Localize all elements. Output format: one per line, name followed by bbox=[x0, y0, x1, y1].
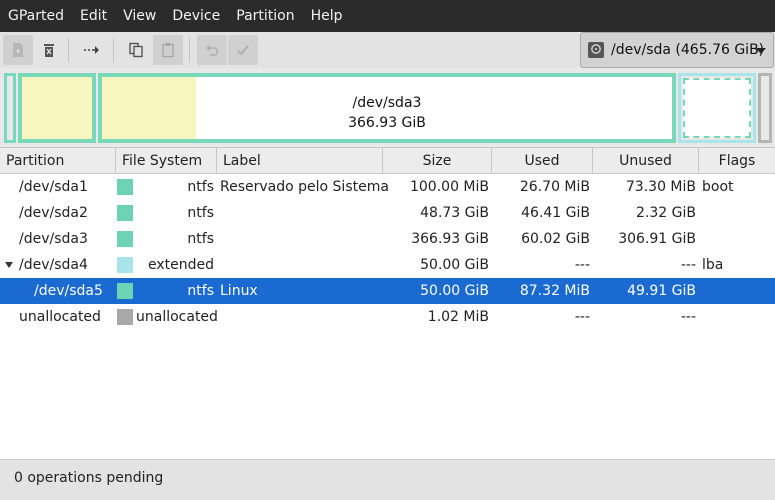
cell-fs: ntfs bbox=[187, 283, 214, 299]
disk-map: /dev/sda3 366.93 GiB bbox=[0, 70, 775, 146]
device-selector[interactable]: /dev/sda (465.76 GiB) bbox=[580, 32, 774, 68]
segment-sda3[interactable]: /dev/sda3 366.93 GiB bbox=[98, 73, 676, 143]
new-partition-icon bbox=[13, 43, 23, 57]
resize-move-button[interactable] bbox=[77, 35, 107, 65]
cell-flags: lba bbox=[702, 257, 724, 273]
cell-size: 50.00 GiB bbox=[420, 283, 489, 299]
copy-icon bbox=[129, 42, 143, 58]
toolbar-separator bbox=[68, 38, 69, 62]
cell-used: 87.32 MiB bbox=[519, 283, 590, 299]
cell-used: --- bbox=[574, 257, 590, 273]
apply-button[interactable] bbox=[228, 35, 258, 65]
col-unused[interactable]: Unused bbox=[593, 148, 699, 174]
fs-color-swatch bbox=[117, 205, 133, 221]
partition-table: Partition File System Label Size Used Un… bbox=[0, 147, 775, 459]
paste-button[interactable] bbox=[153, 35, 183, 65]
cell-unused: 306.91 GiB bbox=[618, 231, 696, 247]
cell-unused: --- bbox=[680, 257, 696, 273]
cell-fs: unallocated bbox=[136, 309, 218, 325]
menu-edit[interactable]: Edit bbox=[72, 0, 115, 32]
cell-partition: /dev/sda3 bbox=[19, 231, 88, 247]
copy-button[interactable] bbox=[121, 35, 151, 65]
fs-color-swatch bbox=[117, 231, 133, 247]
resize-move-icon bbox=[84, 46, 99, 54]
cell-fs: ntfs bbox=[187, 205, 214, 221]
toolbar-separator bbox=[113, 38, 114, 62]
segment-sda1[interactable] bbox=[4, 73, 16, 143]
menu-bar: GParted Edit View Device Partition Help bbox=[0, 0, 775, 32]
cell-fs: extended bbox=[147, 257, 214, 273]
cell-used: 60.02 GiB bbox=[521, 231, 590, 247]
segment-sda4-extended[interactable] bbox=[678, 73, 756, 143]
segment-sda5[interactable] bbox=[683, 78, 751, 138]
cell-size: 366.93 GiB bbox=[411, 231, 489, 247]
table-row[interactable]: /dev/sda3 ntfs 366.93 GiB 60.02 GiB 306.… bbox=[0, 226, 775, 252]
cell-size: 48.73 GiB bbox=[420, 205, 489, 221]
menu-help[interactable]: Help bbox=[303, 0, 351, 32]
table-row[interactable]: /dev/sda4 extended 50.00 GiB --- --- lba bbox=[0, 252, 775, 278]
delete-icon bbox=[44, 44, 54, 57]
menu-device[interactable]: Device bbox=[164, 0, 228, 32]
col-flags[interactable]: Flags bbox=[699, 148, 775, 174]
cell-label: Reservado pelo Sistema bbox=[220, 179, 389, 195]
table-row[interactable]: /dev/sda1 ntfs Reservado pelo Sistema 10… bbox=[0, 174, 775, 200]
col-size[interactable]: Size bbox=[383, 148, 492, 174]
col-used[interactable]: Used bbox=[492, 148, 593, 174]
cell-partition: unallocated bbox=[19, 309, 101, 325]
cell-used: 26.70 MiB bbox=[519, 179, 590, 195]
menu-view[interactable]: View bbox=[115, 0, 164, 32]
cell-size: 1.02 MiB bbox=[427, 309, 489, 325]
cell-size: 100.00 MiB bbox=[409, 179, 489, 195]
fs-color-swatch bbox=[117, 257, 133, 273]
table-row[interactable]: unallocated unallocated 1.02 MiB --- --- bbox=[0, 304, 775, 330]
cell-partition: /dev/sda2 bbox=[19, 205, 88, 221]
segment-sda2-used bbox=[22, 77, 92, 139]
segment-unallocated[interactable] bbox=[758, 73, 772, 143]
col-label[interactable]: Label bbox=[217, 148, 383, 174]
cell-fs: ntfs bbox=[187, 231, 214, 247]
segment-sda3-text: /dev/sda3 366.93 GiB bbox=[102, 93, 672, 133]
cell-label: Linux bbox=[220, 283, 258, 299]
expander-arrow-icon[interactable] bbox=[5, 262, 13, 268]
table-row-selected[interactable]: /dev/sda5 ntfs Linux 50.00 GiB 87.32 MiB… bbox=[0, 278, 775, 304]
undo-icon bbox=[206, 45, 219, 56]
cell-unused: 2.32 GiB bbox=[636, 205, 696, 221]
col-partition[interactable]: Partition bbox=[0, 148, 116, 174]
apply-icon bbox=[236, 45, 249, 56]
segment-sda3-name: /dev/sda3 bbox=[352, 95, 422, 111]
disk-icon bbox=[588, 42, 604, 58]
status-bar: 0 operations pending bbox=[0, 459, 775, 500]
table-row[interactable]: /dev/sda2 ntfs 48.73 GiB 46.41 GiB 2.32 … bbox=[0, 200, 775, 226]
fs-color-swatch bbox=[117, 179, 133, 195]
segment-sda2[interactable] bbox=[18, 73, 96, 143]
cell-fs: ntfs bbox=[187, 179, 214, 195]
toolbar-separator bbox=[189, 38, 190, 62]
new-partition-button[interactable] bbox=[3, 35, 33, 65]
device-selector-label: /dev/sda (465.76 GiB) bbox=[611, 42, 765, 58]
chevron-down-icon bbox=[756, 48, 766, 54]
table-header: Partition File System Label Size Used Un… bbox=[0, 148, 775, 174]
segment-sda5-inner bbox=[688, 83, 746, 133]
cell-flags: boot bbox=[702, 179, 734, 195]
cell-partition: /dev/sda4 bbox=[19, 257, 88, 273]
cell-unused: 73.30 MiB bbox=[625, 179, 696, 195]
cell-unused: 49.91 GiB bbox=[627, 283, 696, 299]
cell-used: 46.41 GiB bbox=[521, 205, 590, 221]
delete-button[interactable] bbox=[34, 35, 64, 65]
col-file-system[interactable]: File System bbox=[116, 148, 217, 174]
status-text: 0 operations pending bbox=[14, 470, 164, 486]
menu-partition[interactable]: Partition bbox=[228, 0, 302, 32]
undo-button[interactable] bbox=[197, 35, 227, 65]
cell-partition: /dev/sda5 bbox=[34, 283, 103, 299]
cell-unused: --- bbox=[680, 309, 696, 325]
paste-icon bbox=[162, 43, 174, 58]
fs-color-swatch bbox=[117, 283, 133, 299]
segment-sda3-size: 366.93 GiB bbox=[348, 115, 426, 131]
cell-size: 50.00 GiB bbox=[420, 257, 489, 273]
fs-color-swatch bbox=[117, 309, 133, 325]
menu-gparted[interactable]: GParted bbox=[0, 0, 72, 32]
cell-used: --- bbox=[574, 309, 590, 325]
cell-partition: /dev/sda1 bbox=[19, 179, 88, 195]
